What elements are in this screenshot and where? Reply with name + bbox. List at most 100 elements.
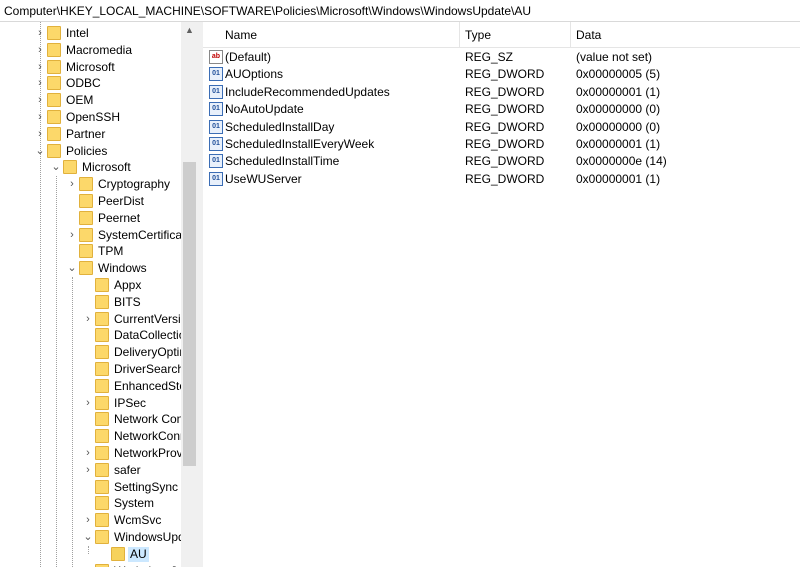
folder-icon <box>79 194 93 208</box>
tree-node[interactable]: DeliveryOptim <box>0 344 189 361</box>
scrollbar-thumb[interactable] <box>183 162 196 466</box>
registry-key-tree[interactable]: › Intel › Macromedia › Microsoft › ODBC › OEM › Ope… <box>0 22 198 567</box>
value-row[interactable]: 01 ScheduledInstallEveryWeek REG_DWORD 0x00… <box>203 136 800 153</box>
tree-node[interactable]: › CurrentVersion <box>0 311 194 328</box>
chevron-right-icon[interactable]: › <box>82 311 94 328</box>
folder-icon <box>79 244 93 259</box>
value-row[interactable]: 01 AUOptions REG_DWORD 0x00000005 (5) <box>203 66 800 83</box>
chevron-right-icon[interactable]: › <box>34 92 46 109</box>
tree-node[interactable]: › IPSec <box>0 395 181 412</box>
tree-node[interactable]: › WcmSvc <box>0 512 181 529</box>
value-data: (value not set) <box>576 50 653 64</box>
chevron-right-icon[interactable]: › <box>34 126 46 143</box>
column-header-type[interactable]: Type <box>465 28 491 42</box>
tree-scrollbar[interactable]: ▲ <box>181 22 198 567</box>
address-bar[interactable]: Computer\HKEY_LOCAL_MACHINE\SOFTWARE\Pol… <box>0 0 800 22</box>
folder-icon <box>95 563 109 567</box>
tree-node[interactable]: TPM <box>0 243 181 260</box>
tree-node[interactable]: PeerDist <box>0 193 181 210</box>
tree-node-label: System <box>114 496 155 511</box>
tree-node-label: Cryptography <box>98 177 171 192</box>
tree-node[interactable]: ⌄ Microsoft <box>0 159 181 176</box>
tree-node[interactable]: AU <box>0 546 181 563</box>
tree-node[interactable]: BITS <box>0 294 181 311</box>
value-row[interactable]: 01 NoAutoUpdate REG_DWORD 0x00000000 (0) <box>203 101 800 118</box>
tree-node[interactable]: › Macromedia <box>0 42 181 59</box>
column-header-name[interactable]: Name <box>225 28 257 42</box>
tree-node[interactable]: › ODBC <box>0 75 181 92</box>
column-divider[interactable] <box>459 22 460 47</box>
chevron-down-icon[interactable]: ⌄ <box>34 143 46 160</box>
tree-node[interactable]: NetworkConne <box>0 428 193 445</box>
tree-node[interactable]: › OpenSSH <box>0 109 181 126</box>
value-row[interactable]: ab (Default) REG_SZ (value not set) <box>203 49 800 66</box>
tree-node[interactable]: › Microsoft <box>0 59 181 76</box>
chevron-right-icon[interactable]: › <box>34 25 46 42</box>
value-data: 0x00000001 (1) <box>576 171 661 186</box>
folder-icon <box>95 378 109 393</box>
value-row[interactable]: 01 ScheduledInstallTime REG_DWORD 0x0000000… <box>203 153 800 170</box>
chevron-right-icon[interactable]: › <box>66 176 78 193</box>
value-row[interactable]: 01 UseWUServer REG_DWORD 0x00000001 (1) <box>203 171 800 188</box>
value-type: REG_SZ <box>465 50 514 64</box>
chevron-right-icon[interactable]: › <box>82 462 94 479</box>
tree-node[interactable]: › OEM <box>0 92 181 109</box>
folder-icon <box>47 42 61 57</box>
chevron-right-icon[interactable]: › <box>34 42 46 59</box>
value-row[interactable]: 01 IncludeRecommendedUpdates REG_DWORD 0x00… <box>203 84 800 101</box>
tree-node[interactable]: › Intel <box>0 25 181 42</box>
registry-values-list[interactable]: Name Type Data ab (Default) REG_SZ (value n… <box>203 22 800 567</box>
tree-node[interactable]: › Partner <box>0 126 181 143</box>
tree-node[interactable]: WorkplaceJoin <box>0 563 192 567</box>
tree-node[interactable]: SettingSync <box>0 479 181 496</box>
tree-node[interactable]: Peernet <box>0 210 181 227</box>
chevron-right-icon[interactable]: › <box>82 512 94 529</box>
dword-value-icon: 01 <box>209 67 223 82</box>
tree-node-label: OEM <box>66 93 94 108</box>
chevron-right-icon[interactable]: › <box>34 75 46 92</box>
column-divider[interactable] <box>570 22 571 47</box>
chevron-right-icon[interactable]: › <box>34 109 46 126</box>
list-header: Name Type Data <box>203 22 800 48</box>
tree-node-label: WcmSvc <box>114 513 162 528</box>
value-row[interactable]: 01 ScheduledInstallDay REG_DWORD 0x00000000… <box>203 119 800 136</box>
tree-node[interactable]: › SystemCertificate <box>0 227 192 244</box>
chevron-right-icon[interactable]: › <box>34 59 46 76</box>
chevron-right-icon[interactable]: › <box>82 395 94 412</box>
chevron-down-icon[interactable]: ⌄ <box>82 529 94 546</box>
folder-icon <box>95 362 109 376</box>
tree-node-label: Appx <box>114 278 142 292</box>
value-name: NoAutoUpdate <box>225 102 304 117</box>
chevron-down-icon[interactable]: ⌄ <box>66 260 78 277</box>
column-header-data[interactable]: Data <box>576 28 601 42</box>
tree-node[interactable]: Network Conn <box>0 411 190 428</box>
tree-node[interactable]: DataCollection <box>0 327 192 344</box>
chevron-right-icon[interactable]: › <box>66 227 78 244</box>
folder-icon <box>111 546 125 561</box>
tree-node[interactable]: ⌄ Windows <box>0 260 181 277</box>
tree-node[interactable]: DriverSearchin <box>0 361 193 378</box>
tree-node[interactable]: › Cryptography <box>0 176 181 193</box>
tree-node[interactable]: › NetworkProvic <box>0 445 191 462</box>
folder-icon <box>63 160 77 175</box>
folder-icon <box>95 278 109 292</box>
tree-node[interactable]: ⌄ WindowsUpda <box>0 529 191 546</box>
chevron-down-icon[interactable]: ⌄ <box>50 159 62 176</box>
tree-node[interactable]: EnhancedStora <box>0 378 197 395</box>
folder-icon <box>95 496 109 511</box>
tree-node[interactable]: ⌄ Policies <box>0 143 181 160</box>
tree-node-label: SystemCertificate <box>98 227 193 242</box>
tree-node-label: Partner <box>66 126 106 141</box>
dword-value-icon: 01 <box>209 137 223 151</box>
value-type: REG_DWORD <box>465 119 545 134</box>
tree-node[interactable]: System <box>0 495 181 512</box>
tree-node[interactable]: Appx <box>0 277 181 294</box>
tree-node[interactable]: › safer <box>0 462 181 479</box>
scroll-up-arrow-icon[interactable]: ▲ <box>181 22 198 39</box>
value-type: REG_DWORD <box>465 137 545 151</box>
chevron-right-icon[interactable]: › <box>82 445 94 462</box>
tree-node-label: BITS <box>114 294 141 309</box>
tree-node-label: SettingSync <box>114 479 179 494</box>
folder-icon <box>95 429 109 444</box>
value-name: IncludeRecommendedUpdates <box>225 84 390 99</box>
